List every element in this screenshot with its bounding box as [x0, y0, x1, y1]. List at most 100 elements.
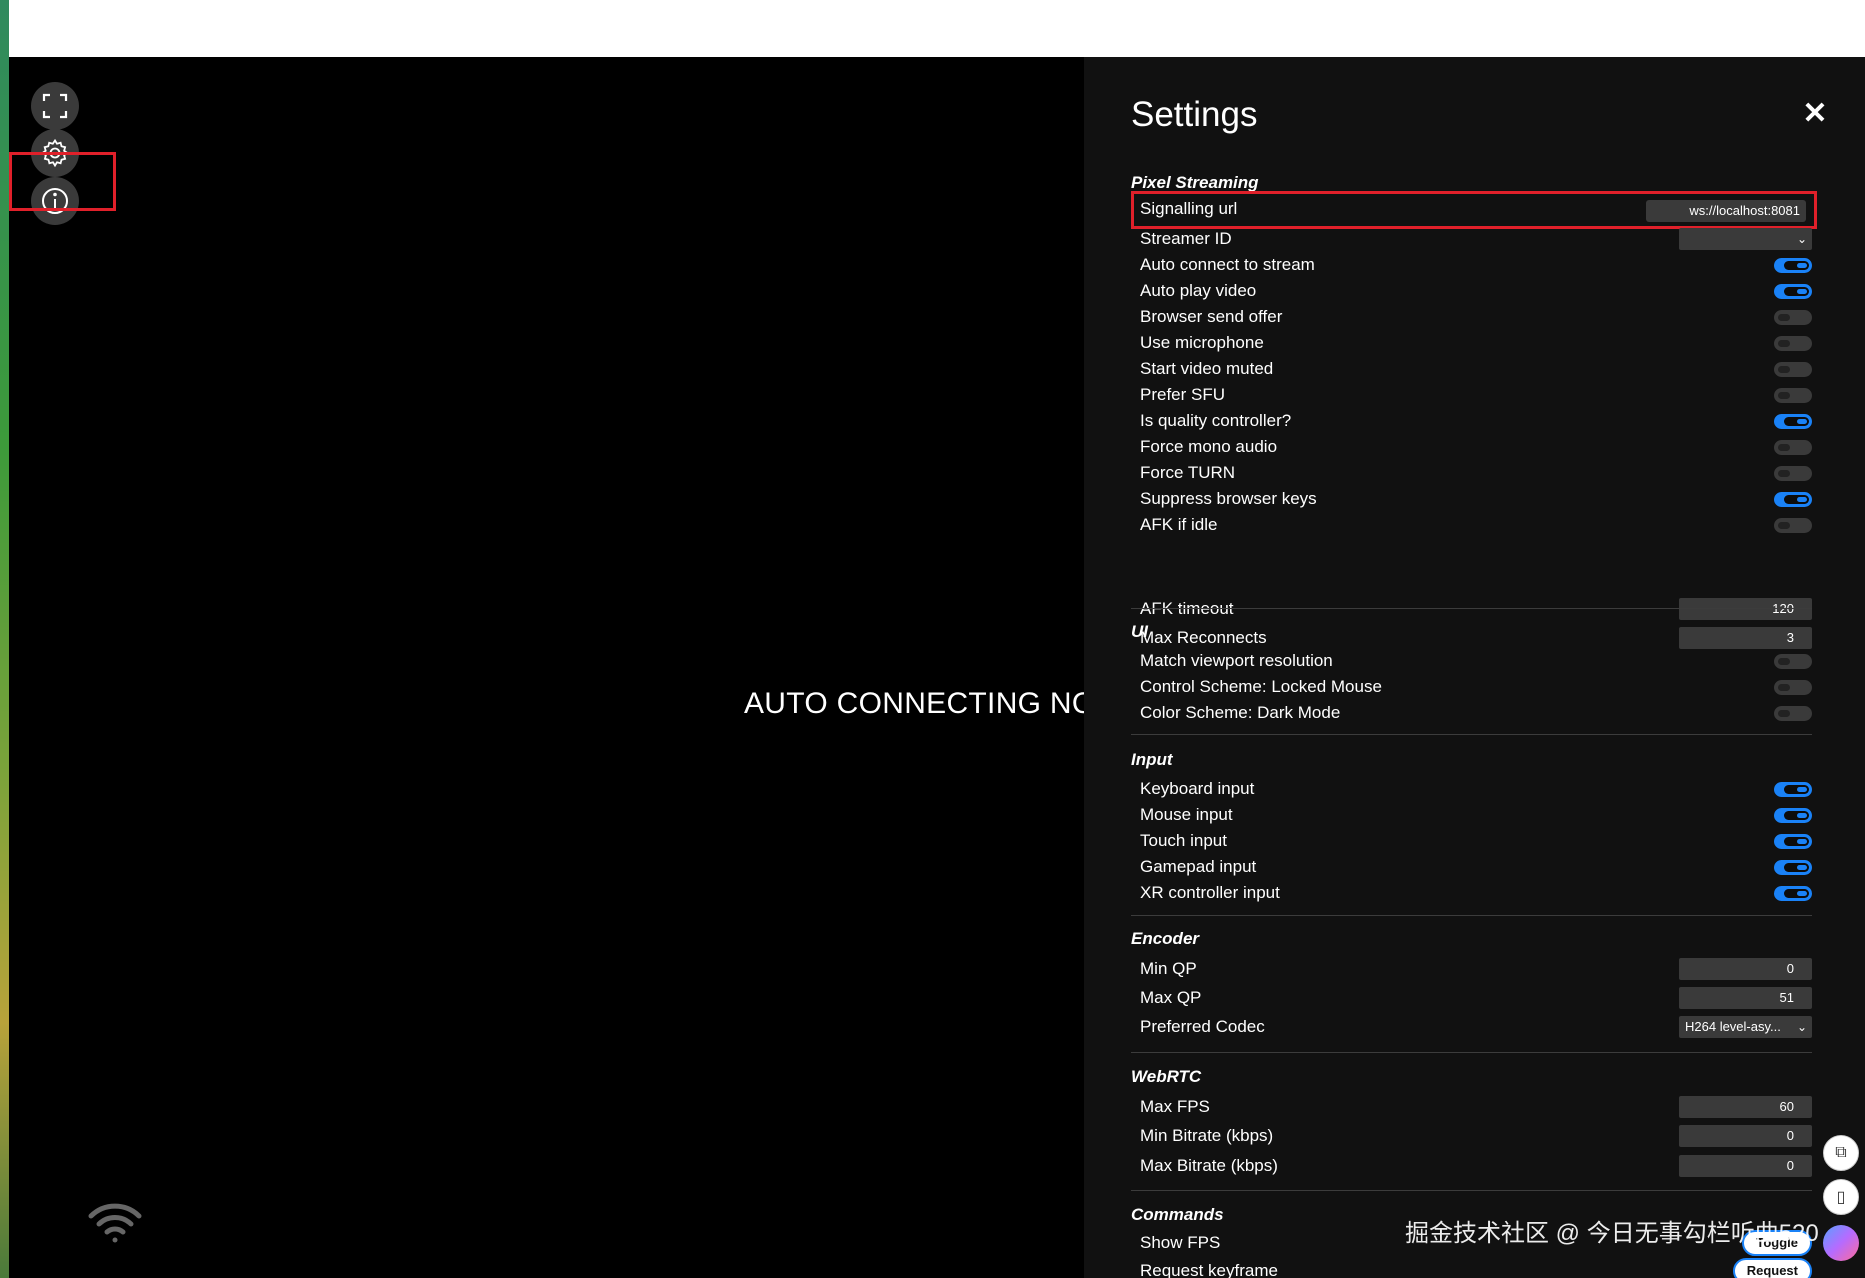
setting-row: Auto play video — [1140, 279, 1812, 305]
setting-label: Auto connect to stream — [1140, 255, 1315, 274]
close-button[interactable]: ✕ — [1800, 99, 1830, 129]
setting-toggle[interactable] — [1774, 414, 1812, 429]
setting-row: Touch input — [1140, 829, 1812, 855]
setting-row: Force mono audio — [1140, 435, 1812, 461]
setting-row: AFK if idle — [1140, 513, 1812, 539]
stream-viewport[interactable]: AUTO CONNECTING NO — [9, 57, 1095, 1278]
setting-row: XR controller input — [1140, 881, 1812, 907]
max-fps-label: Max FPS — [1140, 1097, 1210, 1116]
divider — [1131, 1052, 1812, 1053]
section-pixel-streaming: Pixel Streaming — [1131, 173, 1259, 192]
divider — [1131, 734, 1812, 735]
assistant-icon[interactable] — [1823, 1225, 1859, 1261]
signalling-url-input[interactable]: ws://localhost:8081 — [1646, 200, 1806, 222]
setting-toggle[interactable] — [1774, 258, 1812, 273]
setting-label: Color Scheme: Dark Mode — [1140, 703, 1341, 722]
max-bitrate-input[interactable]: 0 — [1679, 1155, 1812, 1177]
reader-icon[interactable]: ▯ — [1823, 1179, 1859, 1215]
settings-title: Settings — [1131, 95, 1258, 134]
setting-toggle[interactable] — [1774, 440, 1812, 455]
setting-toggle[interactable] — [1774, 654, 1812, 669]
setting-row: Keyboard input — [1140, 777, 1812, 803]
max-reconnects-label: Max Reconnects — [1140, 628, 1267, 647]
translate-icon[interactable]: ⧉ — [1823, 1135, 1859, 1171]
max-qp-row: Max QP 51 — [1140, 986, 1812, 1012]
show-fps-label: Show FPS — [1140, 1233, 1221, 1252]
setting-label: Is quality controller? — [1140, 411, 1292, 430]
max-qp-label: Max QP — [1140, 988, 1202, 1007]
setting-label: Auto play video — [1140, 281, 1257, 300]
setting-toggle[interactable] — [1774, 706, 1812, 721]
setting-row: Suppress browser keys — [1140, 487, 1812, 513]
afk-timeout-label: AFK timeout — [1140, 599, 1234, 618]
setting-label: AFK if idle — [1140, 515, 1218, 534]
max-reconnects-input[interactable]: 3 — [1679, 627, 1812, 649]
setting-toggle[interactable] — [1774, 466, 1812, 481]
setting-label: Touch input — [1140, 831, 1227, 850]
setting-toggle[interactable] — [1774, 336, 1812, 351]
setting-toggle[interactable] — [1774, 680, 1812, 695]
fullscreen-icon — [42, 93, 68, 119]
section-input: Input — [1131, 750, 1173, 769]
wifi-icon — [88, 1203, 142, 1243]
setting-label: Mouse input — [1140, 805, 1233, 824]
signalling-url-label: Signalling url — [1140, 199, 1238, 218]
max-bitrate-row: Max Bitrate (kbps) 0 — [1140, 1154, 1812, 1180]
min-qp-row: Min QP 0 — [1140, 957, 1812, 983]
min-bitrate-label: Min Bitrate (kbps) — [1140, 1126, 1274, 1145]
setting-toggle[interactable] — [1774, 310, 1812, 325]
fullscreen-button[interactable] — [31, 82, 79, 130]
setting-label: Gamepad input — [1140, 857, 1257, 876]
divider — [1131, 608, 1812, 609]
setting-toggle[interactable] — [1774, 860, 1812, 875]
section-encoder: Encoder — [1131, 929, 1200, 948]
setting-toggle[interactable] — [1774, 886, 1812, 901]
setting-label: Force mono audio — [1140, 437, 1278, 456]
setting-toggle[interactable] — [1774, 782, 1812, 797]
max-qp-input[interactable]: 51 — [1679, 987, 1812, 1009]
window-edge — [0, 0, 9, 1278]
setting-toggle[interactable] — [1774, 492, 1812, 507]
divider — [1131, 915, 1812, 916]
section-commands: Commands — [1131, 1205, 1224, 1224]
preferred-codec-label: Preferred Codec — [1140, 1017, 1265, 1036]
max-fps-row: Max FPS 60 — [1140, 1095, 1812, 1121]
min-bitrate-row: Min Bitrate (kbps) 0 — [1140, 1124, 1812, 1150]
min-qp-input[interactable]: 0 — [1679, 958, 1812, 980]
setting-row: Force TURN — [1140, 461, 1812, 487]
chevron-down-icon: ⌄ — [1796, 232, 1807, 246]
min-bitrate-input[interactable]: 0 — [1679, 1125, 1812, 1147]
chevron-down-icon: ⌄ — [1796, 1020, 1807, 1034]
setting-label: Prefer SFU — [1140, 385, 1226, 404]
setting-toggle[interactable] — [1774, 834, 1812, 849]
setting-label: Browser send offer — [1140, 307, 1283, 326]
setting-toggle[interactable] — [1774, 388, 1812, 403]
setting-label: Match viewport resolution — [1140, 651, 1333, 670]
preferred-codec-row: Preferred Codec H264 level-asy... ⌄ — [1140, 1015, 1812, 1041]
preferred-codec-value: H264 level-asy... — [1685, 1019, 1781, 1034]
max-bitrate-label: Max Bitrate (kbps) — [1140, 1156, 1278, 1175]
request-keyframe-button[interactable]: Request — [1732, 1258, 1812, 1278]
watermark-text: 掘金技术社区 @ 今日无事勾栏听曲520 — [1405, 1220, 1819, 1247]
streamer-id-select[interactable]: ⌄ — [1679, 228, 1812, 250]
setting-toggle[interactable] — [1774, 362, 1812, 377]
section-webrtc: WebRTC — [1131, 1067, 1202, 1086]
setting-row: Mouse input — [1140, 803, 1812, 829]
connection-status-text: AUTO CONNECTING NO — [744, 687, 1096, 720]
min-qp-label: Min QP — [1140, 959, 1197, 978]
setting-label: XR controller input — [1140, 883, 1280, 902]
section-ui: UI — [1131, 622, 1148, 641]
setting-toggle[interactable] — [1774, 808, 1812, 823]
streamer-id-label: Streamer ID — [1140, 229, 1232, 248]
setting-toggle[interactable] — [1774, 284, 1812, 299]
request-keyframe-row: Request keyframe Request — [1140, 1258, 1812, 1278]
setting-row: Auto connect to stream — [1140, 253, 1812, 279]
max-fps-input[interactable]: 60 — [1679, 1096, 1812, 1118]
setting-row: Gamepad input — [1140, 855, 1812, 881]
setting-toggle[interactable] — [1774, 518, 1812, 533]
afk-timeout-input[interactable]: 120 — [1679, 598, 1812, 620]
streamer-id-row: Streamer ID ⌄ — [1140, 227, 1812, 253]
preferred-codec-select[interactable]: H264 level-asy... ⌄ — [1679, 1016, 1812, 1038]
setting-label: Force TURN — [1140, 463, 1236, 482]
setting-label: Start video muted — [1140, 359, 1274, 378]
